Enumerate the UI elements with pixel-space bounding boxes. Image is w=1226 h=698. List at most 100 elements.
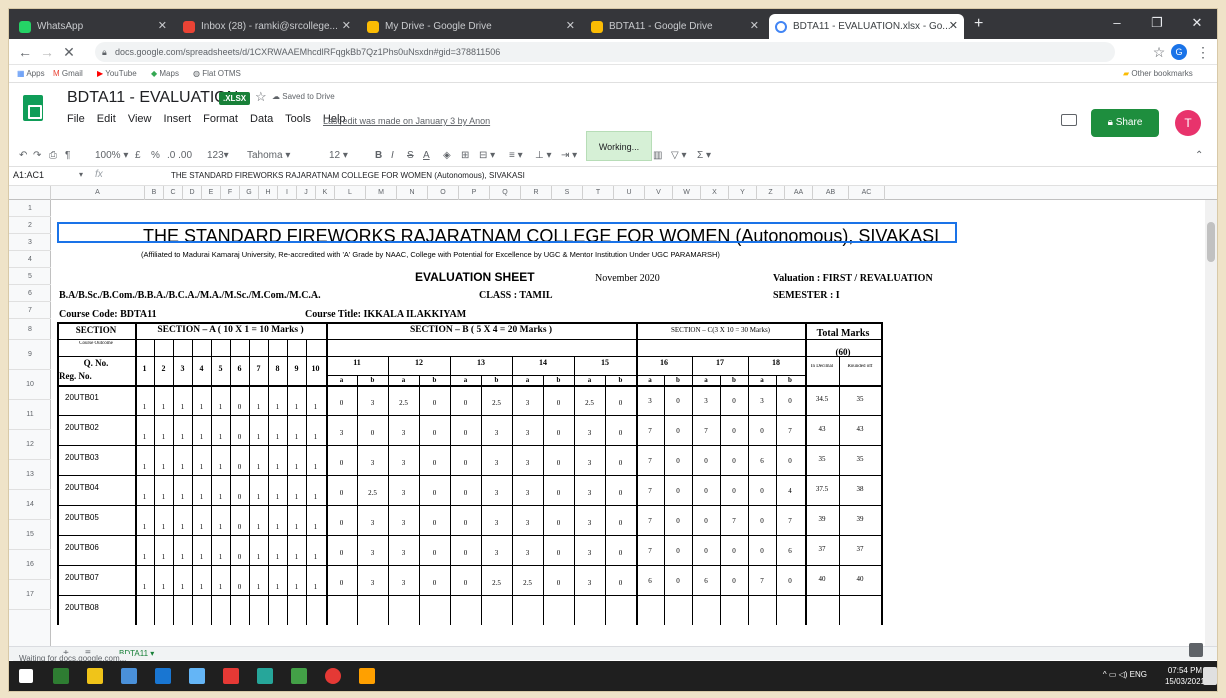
font-size-select[interactable]: 12 ▾	[329, 148, 348, 164]
redo-icon[interactable]: ↷	[33, 148, 41, 164]
bookmark-apps[interactable]: ▦ Apps	[17, 68, 45, 80]
number-format-select[interactable]: 123▾	[207, 148, 229, 164]
bookmark-gmail[interactable]: M Gmail	[53, 68, 83, 80]
row-header[interactable]: 14	[9, 490, 51, 520]
column-header[interactable]: J	[297, 186, 316, 200]
clock[interactable]: 07:54 PM 15/03/2021	[1165, 665, 1205, 687]
menu-tools[interactable]: Tools	[285, 113, 311, 125]
bookmark-otms[interactable]: ◍ Flat OTMS	[193, 68, 241, 80]
column-header[interactable]: U	[614, 186, 645, 200]
kebab-menu-icon[interactable]: ⋮	[1193, 42, 1213, 62]
print-icon[interactable]: ⎙	[49, 148, 57, 164]
last-edit-link[interactable]: Last edit was made on January 3 by Anon	[323, 116, 490, 126]
name-box-dropdown-icon[interactable]: ▾	[79, 170, 83, 179]
row-header[interactable]: 17	[9, 580, 51, 610]
close-icon[interactable]: ✕	[158, 14, 167, 39]
borders-icon[interactable]: ⊞	[461, 148, 469, 164]
system-tray[interactable]: ^ ▭ ◁) ENG	[1103, 670, 1147, 679]
taskbar-app-icon[interactable]	[53, 668, 69, 684]
column-header[interactable]: R	[521, 186, 552, 200]
taskbar-app-icon[interactable]	[223, 668, 239, 684]
save-status[interactable]: ☁ Saved to Drive	[272, 92, 335, 101]
collapse-menus-icon[interactable]: ⌃	[1195, 148, 1203, 164]
tab-gmail[interactable]: Inbox (28) - ramki@srcollege... ✕	[177, 14, 357, 39]
column-header[interactable]: K	[316, 186, 335, 200]
comment-history-icon[interactable]	[1061, 114, 1077, 126]
bookmark-youtube[interactable]: ▶ YouTube	[97, 68, 137, 80]
column-header[interactable]: T	[583, 186, 614, 200]
row-header[interactable]: 16	[9, 550, 51, 580]
row-header[interactable]: 15	[9, 520, 51, 550]
taskbar-app-icon[interactable]	[257, 668, 273, 684]
column-header[interactable]: C	[164, 186, 183, 200]
explore-icon[interactable]	[1189, 643, 1203, 657]
menu-view[interactable]: View	[128, 113, 152, 125]
row-header[interactable]: 13	[9, 460, 51, 490]
functions-icon[interactable]: Σ ▾	[697, 148, 711, 164]
document-title[interactable]: BDTA11 - EVALUATION	[67, 89, 238, 107]
taskbar-app-icon[interactable]	[121, 668, 137, 684]
select-all-corner[interactable]	[9, 186, 51, 200]
tab-my-drive[interactable]: My Drive - Google Drive ✕	[361, 14, 581, 39]
column-header[interactable]: G	[240, 186, 259, 200]
row-header[interactable]: 4	[9, 251, 51, 268]
formula-input[interactable]: THE STANDARD FIREWORKS RAJARATNAM COLLEG…	[171, 171, 525, 180]
column-header[interactable]: AC	[849, 186, 885, 200]
row-header[interactable]: 2	[9, 217, 51, 234]
menu-format[interactable]: Format	[203, 113, 238, 125]
merge-cells-icon[interactable]: ⊟ ▾	[479, 148, 495, 164]
column-header[interactable]: S	[552, 186, 583, 200]
stop-button[interactable]: ✕	[59, 42, 79, 62]
taskbar-app-icon[interactable]	[155, 668, 171, 684]
column-header[interactable]: AA	[785, 186, 813, 200]
bookmark-star-icon[interactable]: ☆	[1149, 42, 1169, 62]
close-icon[interactable]: ✕	[750, 14, 759, 39]
column-header[interactable]: N	[397, 186, 428, 200]
url-field[interactable]: 🔒︎ docs.google.com/spreadsheets/d/1CXRWAA…	[95, 42, 1115, 62]
column-header[interactable]: Z	[757, 186, 785, 200]
bold-icon[interactable]: B	[375, 148, 382, 164]
currency-format-button[interactable]: £	[135, 148, 141, 164]
tab-evaluation-sheet[interactable]: BDTA11 - EVALUATION.xlsx - Go... ✕	[769, 14, 964, 39]
google-sheets-logo-icon[interactable]	[23, 95, 43, 121]
chrome-icon[interactable]	[325, 668, 341, 684]
column-header[interactable]: F	[221, 186, 240, 200]
close-icon[interactable]: ✕	[949, 14, 958, 39]
column-header[interactable]: I	[278, 186, 297, 200]
back-button[interactable]: ←	[15, 42, 35, 62]
close-icon[interactable]: ✕	[342, 14, 351, 39]
maximize-button[interactable]: ❐	[1137, 11, 1177, 35]
avatar[interactable]: T	[1175, 110, 1201, 136]
row-header[interactable]: 10	[9, 370, 51, 400]
paint-format-icon[interactable]: ¶	[65, 148, 70, 164]
column-header[interactable]: H	[259, 186, 278, 200]
column-header[interactable]: E	[202, 186, 221, 200]
text-wrap-icon[interactable]: ⇥ ▾	[561, 148, 577, 164]
notification-icon[interactable]	[1203, 667, 1217, 685]
tab-bdta11-drive[interactable]: BDTA11 - Google Drive ✕	[585, 14, 765, 39]
column-header[interactable]: W	[673, 186, 701, 200]
column-header[interactable]: X	[701, 186, 729, 200]
menu-insert[interactable]: Insert	[164, 113, 192, 125]
text-color-icon[interactable]: A	[423, 148, 430, 164]
italic-icon[interactable]: I	[391, 148, 394, 164]
menu-file[interactable]: File	[67, 113, 85, 125]
percent-format-button[interactable]: %	[151, 148, 160, 164]
column-header[interactable]: D	[183, 186, 202, 200]
column-header[interactable]: Y	[729, 186, 757, 200]
strikethrough-icon[interactable]: S	[407, 148, 414, 164]
name-box[interactable]: A1:AC1	[13, 170, 44, 180]
bookmark-other[interactable]: ▰ Other bookmarks	[1123, 68, 1193, 80]
vertical-scrollbar[interactable]	[1205, 200, 1217, 646]
menu-data[interactable]: Data	[250, 113, 273, 125]
forward-button[interactable]: →	[37, 42, 57, 62]
row-header[interactable]: 1	[9, 200, 51, 217]
share-button[interactable]: 🔒︎ Share	[1091, 109, 1159, 137]
column-header[interactable]: B	[145, 186, 164, 200]
insert-chart-icon[interactable]: ▥	[653, 148, 662, 164]
row-header[interactable]: 12	[9, 430, 51, 460]
undo-icon[interactable]: ↶	[19, 148, 27, 164]
taskbar-app-icon[interactable]	[189, 668, 205, 684]
bookmark-maps[interactable]: ◆ Maps	[151, 68, 179, 80]
windows-start-icon[interactable]	[19, 669, 33, 683]
